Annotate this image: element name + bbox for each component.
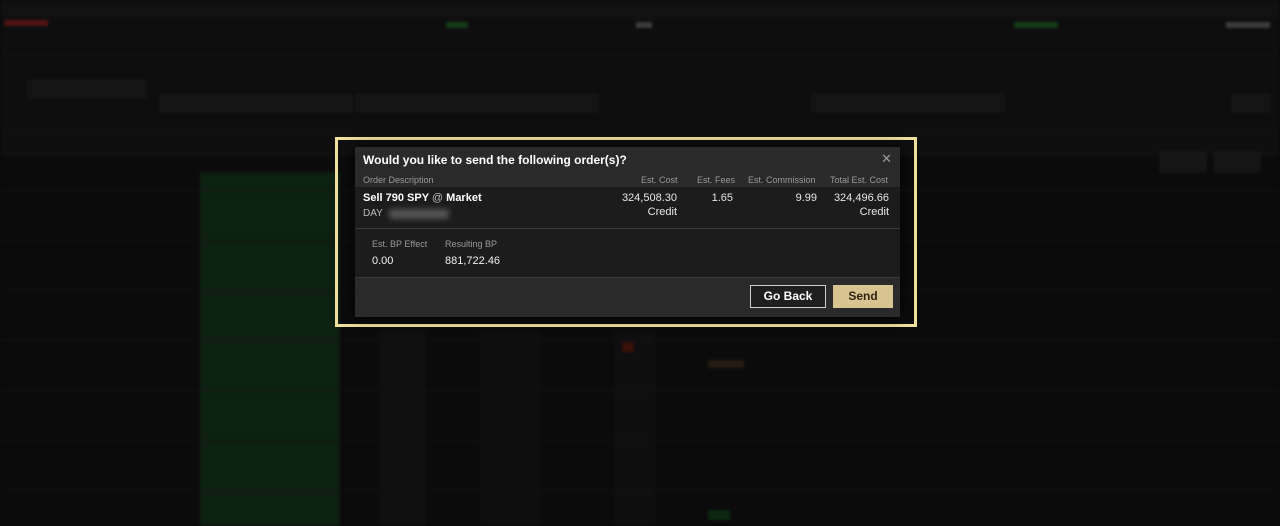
dialog-title: Would you like to send the following ord… bbox=[363, 153, 627, 167]
est-commission-value: 9.99 bbox=[795, 192, 817, 204]
order-type: Market bbox=[446, 192, 482, 204]
column-header-est-fees: Est. Fees bbox=[697, 175, 736, 185]
est-bp-effect-value: 0.00 bbox=[372, 255, 394, 267]
column-header-est-cost: Est. Cost bbox=[641, 175, 678, 185]
est-cost-value: 324,508.30 bbox=[621, 192, 677, 204]
order-description: Sell 790 SPY @ Market bbox=[363, 192, 482, 204]
order-time-in-force: DAY bbox=[363, 208, 383, 219]
resulting-bp-label: Resulting BP bbox=[445, 239, 498, 249]
total-est-cost-value: 324,496.66 bbox=[833, 192, 889, 204]
buying-power-section: Est. BP Effect 0.00 Resulting BP 881,722… bbox=[355, 229, 900, 278]
order-action: Sell 790 SPY bbox=[363, 192, 429, 204]
total-est-cost-type: Credit bbox=[859, 206, 889, 218]
send-button[interactable]: Send bbox=[833, 285, 893, 308]
order-confirmation-dialog: Would you like to send the following ord… bbox=[355, 147, 900, 317]
order-at-symbol: @ bbox=[431, 192, 444, 204]
redacted-account-info bbox=[389, 209, 449, 219]
column-header-total-est-cost: Total Est. Cost bbox=[830, 175, 889, 185]
dialog-footer: Go Back Send bbox=[355, 278, 900, 317]
column-header-order-description: Order Description bbox=[363, 175, 434, 185]
est-cost-type: Credit bbox=[647, 206, 677, 218]
close-icon[interactable]: ✕ bbox=[881, 151, 892, 167]
est-bp-effect-label: Est. BP Effect bbox=[372, 239, 428, 249]
go-back-button[interactable]: Go Back bbox=[750, 285, 826, 308]
resulting-bp-value: 881,722.46 bbox=[445, 255, 501, 267]
est-fees-value: 1.65 bbox=[711, 192, 733, 204]
order-row: Sell 790 SPY @ Market DAY 324,508.30 Cre… bbox=[355, 187, 900, 229]
column-header-est-commission: Est. Commission bbox=[748, 175, 816, 185]
